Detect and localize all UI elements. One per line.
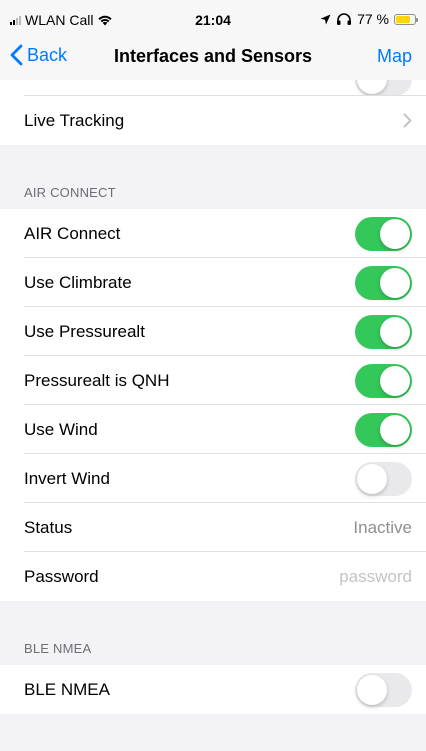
ble-nmea-group: BLE NMEA bbox=[0, 665, 426, 714]
status-row: Status Inactive bbox=[0, 503, 426, 552]
chevron-right-icon bbox=[403, 113, 412, 128]
row-label: AIR Connect bbox=[24, 223, 121, 243]
live-tracking-row[interactable]: Live Tracking bbox=[0, 96, 426, 145]
row-label: Use Climbrate bbox=[24, 272, 132, 292]
battery-fill bbox=[396, 15, 410, 23]
location-arrow-icon bbox=[320, 14, 331, 24]
partial-toggle[interactable] bbox=[355, 80, 412, 96]
invert-wind-toggle[interactable] bbox=[355, 461, 412, 496]
air-connect-toggle[interactable] bbox=[355, 216, 412, 251]
row-label: Use Wind bbox=[24, 419, 98, 439]
back-button[interactable]: Back bbox=[10, 44, 67, 66]
settings-list: Live Tracking AIR CONNECT AIR Connect Us… bbox=[0, 80, 426, 714]
ble-nmea-section-header: BLE NMEA bbox=[24, 641, 92, 656]
live-tracking-label: Live Tracking bbox=[24, 110, 125, 130]
air-connect-section-header: AIR CONNECT bbox=[24, 185, 116, 200]
row-label: BLE NMEA bbox=[24, 679, 110, 699]
pressurealt-qnh-toggle[interactable] bbox=[355, 363, 412, 398]
back-label: Back bbox=[27, 44, 68, 65]
pressurealt-qnh-row: Pressurealt is QNH bbox=[0, 356, 426, 405]
invert-wind-row: Invert Wind bbox=[0, 454, 426, 503]
chevron-left-icon bbox=[10, 44, 23, 66]
use-climbrate-toggle[interactable] bbox=[355, 265, 412, 300]
row-label: Invert Wind bbox=[24, 468, 110, 488]
partial-row bbox=[0, 80, 426, 96]
password-field[interactable]: password bbox=[339, 567, 412, 587]
status-value: Inactive bbox=[353, 517, 412, 537]
password-label: Password bbox=[24, 566, 99, 586]
air-connect-row: AIR Connect bbox=[0, 209, 426, 258]
status-right: 77 % bbox=[320, 11, 418, 27]
use-wind-row: Use Wind bbox=[0, 405, 426, 454]
air-connect-group: AIR Connect Use Climbrate Use Pressureal… bbox=[0, 209, 426, 601]
use-pressurealt-toggle[interactable] bbox=[355, 314, 412, 349]
battery-icon bbox=[394, 13, 418, 25]
ble-nmea-row: BLE NMEA bbox=[0, 665, 426, 714]
map-button[interactable]: Map bbox=[377, 46, 412, 67]
row-label: Use Pressurealt bbox=[24, 321, 145, 341]
top-group: Live Tracking bbox=[0, 80, 426, 145]
navigation-bar: Back Interfaces and Sensors Map bbox=[0, 36, 426, 80]
headphones-icon bbox=[337, 13, 352, 25]
status-bar: WLAN Call 21:04 77 % bbox=[0, 0, 426, 36]
use-wind-toggle[interactable] bbox=[355, 412, 412, 447]
password-row[interactable]: Password password bbox=[0, 552, 426, 601]
row-label: Pressurealt is QNH bbox=[24, 370, 170, 390]
ble-nmea-toggle[interactable] bbox=[355, 672, 412, 707]
use-pressurealt-row: Use Pressurealt bbox=[0, 307, 426, 356]
status-label: Status bbox=[24, 517, 73, 537]
battery-percent: 77 % bbox=[357, 11, 389, 27]
use-climbrate-row: Use Climbrate bbox=[0, 258, 426, 307]
